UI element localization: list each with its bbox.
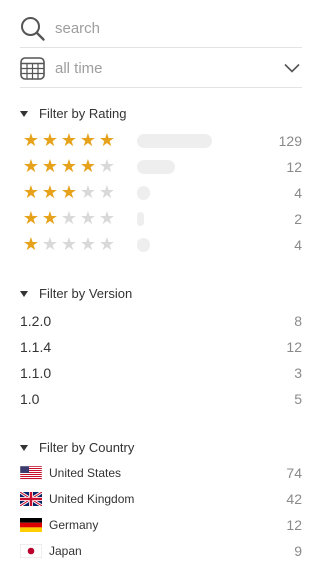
star-empty-icon: ★: [98, 156, 116, 177]
version-count: 8: [294, 313, 302, 329]
time-range-value: all time: [55, 60, 103, 77]
star-rating: ★ ★ ★ ★ ★: [22, 132, 116, 150]
country-label: Japan: [49, 544, 82, 558]
version-filter-row[interactable]: 1.2.0 8: [20, 311, 302, 331]
version-label: 1.1.4: [20, 339, 52, 355]
country-label: Germany: [49, 518, 99, 532]
star-empty-icon: ★: [98, 182, 116, 203]
star-filled-icon: ★: [22, 130, 40, 151]
rating-count: 2: [294, 211, 302, 227]
star-empty-icon: ★: [41, 234, 59, 255]
rating-share-bar: [137, 134, 212, 148]
rating-share-bar: [137, 160, 175, 174]
country-count: 42: [286, 491, 302, 507]
collapse-triangle-icon: [20, 111, 28, 117]
rating-share-bar: [137, 238, 150, 252]
star-filled-icon: ★: [41, 208, 59, 229]
version-count: 12: [286, 339, 302, 355]
star-filled-icon: ★: [41, 182, 59, 203]
rating-share-bar: [137, 186, 150, 200]
version-section-header[interactable]: Filter by Version: [20, 286, 132, 301]
star-empty-icon: ★: [79, 234, 97, 255]
rating-count: 12: [286, 159, 302, 175]
country-count: 9: [294, 543, 302, 559]
rating-section-header[interactable]: Filter by Rating: [20, 106, 126, 121]
star-filled-icon: ★: [41, 156, 59, 177]
star-filled-icon: ★: [41, 130, 59, 151]
country-section-title: Filter by Country: [39, 440, 135, 455]
country-filter-row[interactable]: Germany 12: [20, 515, 302, 535]
version-label: 1.1.0: [20, 365, 52, 381]
rating-section-title: Filter by Rating: [39, 106, 127, 121]
star-empty-icon: ★: [98, 208, 116, 229]
version-count: 5: [294, 391, 302, 407]
japan-flag-icon: [20, 544, 42, 558]
rating-count: 4: [294, 237, 302, 253]
version-label: 1.2.0: [20, 313, 52, 329]
country-label: United States: [49, 466, 122, 480]
star-filled-icon: ★: [60, 130, 78, 151]
calendar-grid-icon: [20, 55, 48, 83]
rating-filter-row[interactable]: ★ ★ ★ ★ ★ 4: [22, 182, 302, 204]
star-filled-icon: ★: [22, 182, 40, 203]
search-input[interactable]: search: [20, 10, 302, 48]
rating-filter-row[interactable]: ★ ★ ★ ★ ★ 2: [22, 208, 302, 230]
rating-count: 129: [278, 133, 302, 149]
star-filled-icon: ★: [98, 130, 116, 151]
version-filter-row[interactable]: 1.1.0 3: [20, 363, 302, 383]
star-filled-icon: ★: [22, 234, 40, 255]
us-flag-icon: [20, 466, 42, 480]
country-count: 12: [286, 517, 302, 533]
country-section-header[interactable]: Filter by Country: [20, 440, 134, 455]
rating-filter-row[interactable]: ★ ★ ★ ★ ★ 4: [22, 234, 302, 256]
country-filter-row[interactable]: Japan 9: [20, 541, 302, 561]
rating-filter-row[interactable]: ★ ★ ★ ★ ★ 12: [22, 156, 302, 178]
star-empty-icon: ★: [60, 234, 78, 255]
star-empty-icon: ★: [60, 208, 78, 229]
country-count: 74: [286, 465, 302, 481]
chevron-down-icon[interactable]: [284, 60, 300, 78]
time-range-select[interactable]: all time: [20, 50, 302, 88]
star-empty-icon: ★: [98, 234, 116, 255]
collapse-triangle-icon: [20, 445, 28, 451]
search-placeholder: search: [55, 20, 101, 37]
star-filled-icon: ★: [79, 130, 97, 151]
star-filled-icon: ★: [22, 208, 40, 229]
star-rating: ★ ★ ★ ★ ★: [22, 184, 116, 202]
country-filter-row[interactable]: United Kingdom 42: [20, 489, 302, 509]
version-filter-row[interactable]: 1.1.4 12: [20, 337, 302, 357]
rating-filter-row[interactable]: ★ ★ ★ ★ ★ 129: [22, 130, 302, 152]
country-label: United Kingdom: [49, 492, 135, 506]
star-rating: ★ ★ ★ ★ ★: [22, 210, 116, 228]
rating-count: 4: [294, 185, 302, 201]
version-count: 3: [294, 365, 302, 381]
star-empty-icon: ★: [79, 182, 97, 203]
collapse-triangle-icon: [20, 291, 28, 297]
star-empty-icon: ★: [79, 208, 97, 229]
search-icon: [20, 15, 48, 43]
uk-flag-icon: [20, 492, 42, 506]
filters-panel: search all time Filter by Rating ★ ★ ★ ★ ★ 12…: [0, 0, 322, 586]
version-label: 1.0: [20, 391, 40, 407]
germany-flag-icon: [20, 518, 42, 532]
rating-share-bar: [137, 212, 144, 226]
star-filled-icon: ★: [60, 156, 78, 177]
country-filter-row[interactable]: United States 74: [20, 463, 302, 483]
version-section-title: Filter by Version: [39, 286, 133, 301]
star-filled-icon: ★: [79, 156, 97, 177]
star-filled-icon: ★: [22, 156, 40, 177]
version-filter-row[interactable]: 1.0 5: [20, 389, 302, 409]
star-rating: ★ ★ ★ ★ ★: [22, 158, 116, 176]
star-rating: ★ ★ ★ ★ ★: [22, 236, 116, 254]
star-filled-icon: ★: [60, 182, 78, 203]
